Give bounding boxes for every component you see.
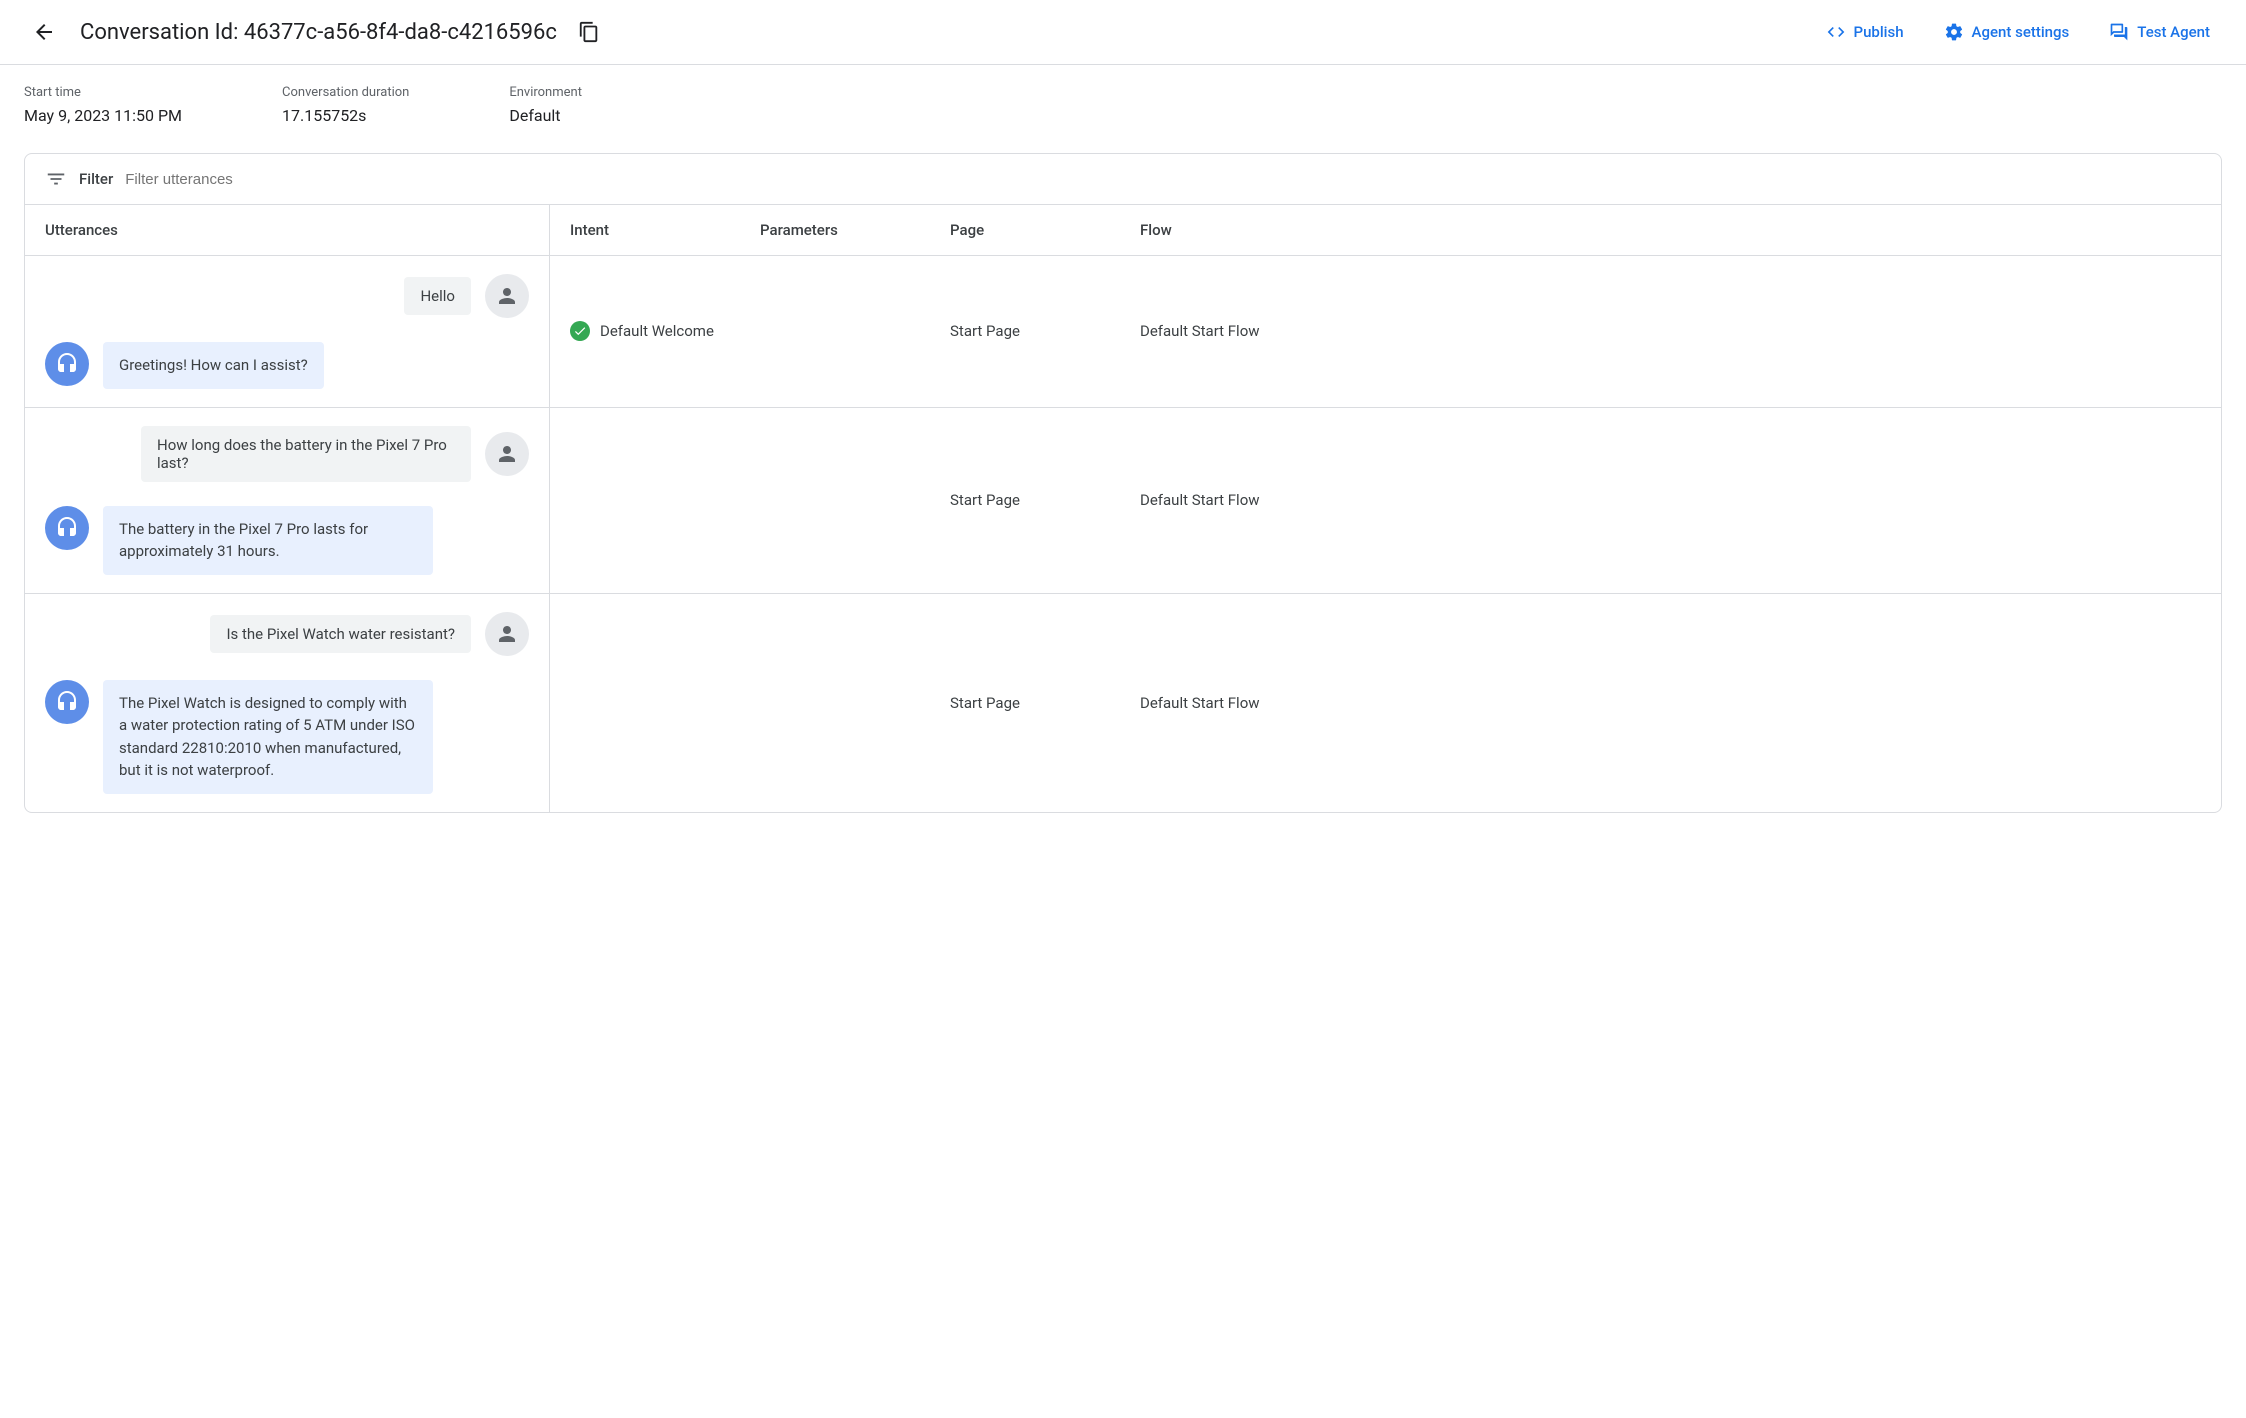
intent-cell [550,687,740,719]
bot-utterance: Greetings! How can I assist? [103,342,324,389]
back-button[interactable] [24,12,64,52]
intent-name: Default Welcome [600,322,714,340]
chat-icon [2109,22,2129,42]
publish-button[interactable]: Publish [1814,14,1916,50]
parameters-cell [740,687,930,719]
environment-value: Default [509,106,582,125]
user-avatar [485,432,529,476]
filter-icon [45,168,67,190]
publish-label: Publish [1854,23,1904,41]
table-row[interactable]: Hello Greetings! How can I assist? Defau… [25,256,2221,408]
bot-utterance: The Pixel Watch is designed to comply wi… [103,680,433,794]
intent-cell [550,484,740,516]
table-row[interactable]: Is the Pixel Watch water resistant? The … [25,594,2221,812]
test-agent-button[interactable]: Test Agent [2097,14,2222,50]
copy-icon [578,21,600,43]
duration-value: 17.155752s [282,106,409,125]
agent-settings-label: Agent settings [1972,23,2070,41]
duration-label: Conversation duration [282,85,409,100]
gear-icon [1944,22,1964,42]
user-utterance: Is the Pixel Watch water resistant? [210,615,471,653]
copy-id-button[interactable] [569,12,609,52]
user-utterance: Hello [404,277,471,315]
page-cell: Start Page [930,306,1120,356]
arrow-back-icon [32,20,56,44]
person-icon [495,622,519,646]
flow-cell: Default Start Flow [1120,678,2221,728]
filter-label: Filter [79,170,113,188]
bot-avatar [45,680,89,724]
person-icon [495,284,519,308]
user-avatar [485,612,529,656]
user-utterance: How long does the battery in the Pixel 7… [141,426,471,482]
bot-utterance: The battery in the Pixel 7 Pro lasts for… [103,506,433,575]
headset-icon [55,516,79,540]
user-avatar [485,274,529,318]
headset-icon [55,690,79,714]
start-time-value: May 9, 2023 11:50 PM [24,106,182,125]
filter-input[interactable] [125,171,2201,188]
col-header-flow: Flow [1120,205,2221,255]
check-icon [570,321,590,341]
parameters-cell [740,484,930,516]
headset-icon [55,352,79,376]
start-time-label: Start time [24,85,182,100]
page-cell: Start Page [930,678,1120,728]
page-cell: Start Page [930,475,1120,525]
col-header-page: Page [930,205,1120,255]
page-title: Conversation Id: 46377c-a56-8f4-da8-c421… [80,20,557,45]
bot-avatar [45,506,89,550]
parameters-cell [740,315,930,347]
flow-cell: Default Start Flow [1120,306,2221,356]
test-agent-label: Test Agent [2137,23,2210,41]
col-header-parameters: Parameters [740,205,930,255]
col-header-utterances: Utterances [25,205,550,255]
bot-avatar [45,342,89,386]
agent-settings-button[interactable]: Agent settings [1932,14,2082,50]
code-icon [1826,22,1846,42]
flow-cell: Default Start Flow [1120,475,2221,525]
environment-label: Environment [509,85,582,100]
table-row[interactable]: How long does the battery in the Pixel 7… [25,408,2221,594]
col-header-intent: Intent [550,205,740,255]
person-icon [495,442,519,466]
